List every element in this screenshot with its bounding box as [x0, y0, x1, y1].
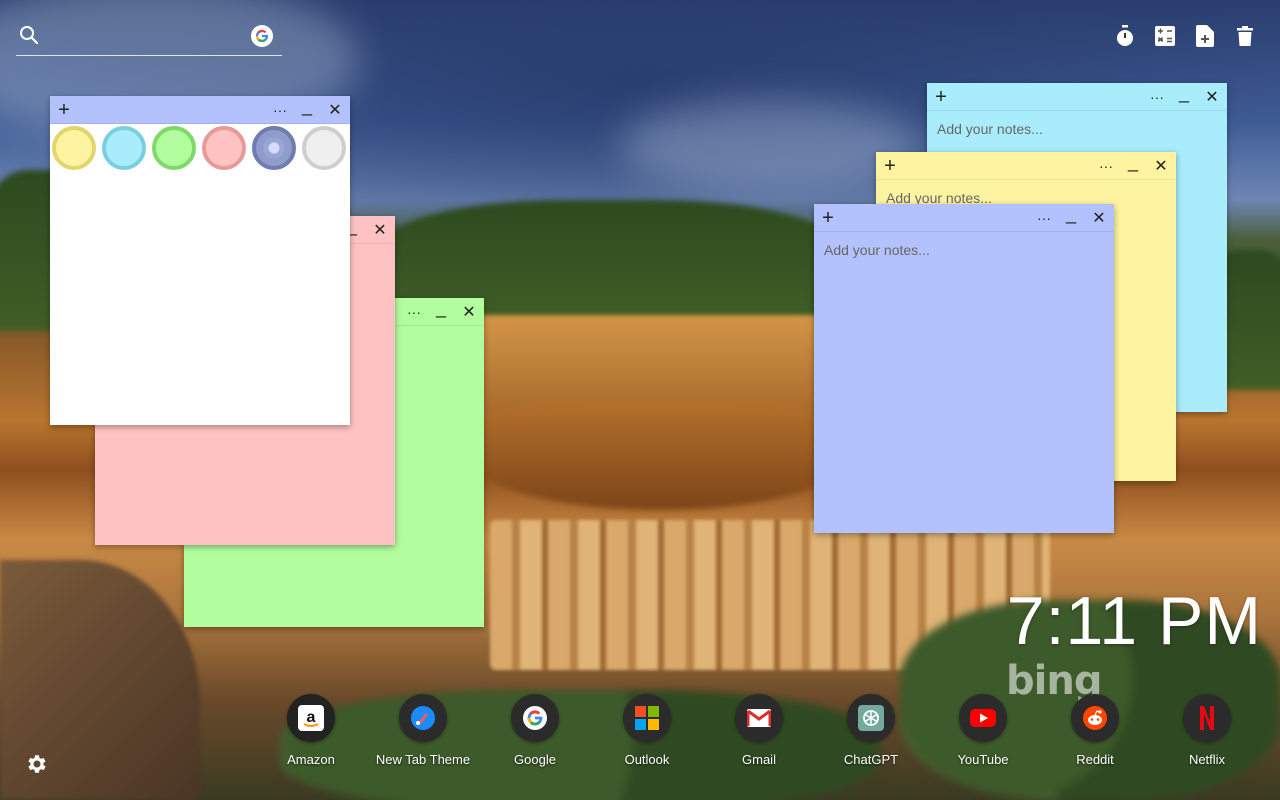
shortcut-label: Reddit: [1076, 752, 1114, 767]
shortcut-label: Netflix: [1188, 752, 1226, 767]
shortcut-label: Google: [514, 752, 556, 767]
youtube-icon: [959, 694, 1007, 742]
shortcut-gmail[interactable]: Gmail: [704, 694, 814, 767]
shortcut-netflix[interactable]: Netflix: [1152, 694, 1262, 767]
search-input[interactable]: [46, 24, 246, 48]
background-ruins: [490, 520, 1050, 670]
more-options-icon[interactable]: ···: [1033, 204, 1055, 232]
shortcut-label: Outlook: [624, 752, 670, 767]
more-options-icon[interactable]: ···: [1146, 83, 1168, 111]
background-cloud: [620, 100, 920, 190]
search-icon[interactable]: [18, 24, 40, 46]
outlook-icon: [623, 694, 671, 742]
shortcut-outlook[interactable]: Outlook: [592, 694, 702, 767]
svg-text:a: a: [307, 709, 316, 726]
color-swatch-green[interactable]: [152, 126, 196, 170]
netflix-icon: [1183, 694, 1231, 742]
shortcut-label: YouTube: [957, 752, 1009, 767]
note-textarea[interactable]: Add your notes...: [814, 232, 1114, 533]
close-icon[interactable]: ✕: [1201, 83, 1223, 111]
google-icon: [511, 694, 559, 742]
color-swatch-yellow[interactable]: [52, 126, 96, 170]
new-note-icon[interactable]: [1194, 24, 1216, 48]
shortcut-label: Amazon: [287, 752, 335, 767]
shortcut-chatgpt[interactable]: ChatGPT: [816, 694, 926, 767]
more-options-icon[interactable]: ···: [269, 96, 291, 124]
search-bar[interactable]: [16, 22, 282, 56]
calculator-icon[interactable]: [1154, 24, 1176, 48]
minimize-icon[interactable]: _: [1122, 148, 1144, 176]
close-icon[interactable]: ✕: [458, 298, 480, 326]
minimize-icon[interactable]: _: [296, 92, 318, 120]
background-overhang: [470, 400, 850, 510]
note-header: + ··· _ ✕: [927, 83, 1227, 111]
shortcut-new-tab-theme[interactable]: New Tab Theme: [368, 694, 478, 767]
sticky-note-white[interactable]: + ··· _ ✕: [50, 96, 350, 425]
reddit-icon: [1071, 694, 1119, 742]
shortcut-label: New Tab Theme: [375, 752, 471, 767]
color-swatch-cyan[interactable]: [102, 126, 146, 170]
gear-icon[interactable]: [24, 752, 48, 776]
sticky-note-lavender[interactable]: + ··· _ ✕ Add your notes...: [814, 204, 1114, 533]
gmail-icon: [735, 694, 783, 742]
add-note-icon[interactable]: +: [930, 83, 952, 111]
color-swatch-gray[interactable]: [302, 126, 346, 170]
add-note-icon[interactable]: +: [879, 152, 901, 180]
color-swatch-pink[interactable]: [202, 126, 246, 170]
close-icon[interactable]: ✕: [369, 216, 391, 244]
shortcut-label: ChatGPT: [843, 752, 899, 767]
new-tab-theme-icon: [399, 694, 447, 742]
shortcut-youtube[interactable]: YouTube: [928, 694, 1038, 767]
color-swatch-lavender[interactable]: [252, 126, 296, 170]
note-header: + ··· _ ✕: [876, 152, 1176, 180]
background-cliff: [470, 315, 830, 415]
chatgpt-icon: [847, 694, 895, 742]
minimize-icon[interactable]: _: [1060, 200, 1082, 228]
minimize-icon[interactable]: _: [1173, 79, 1195, 107]
close-icon[interactable]: ✕: [1088, 204, 1110, 232]
add-note-icon[interactable]: +: [817, 204, 839, 232]
top-toolbar: [1114, 24, 1256, 48]
clock: 7:11 PM: [1006, 583, 1262, 659]
close-icon[interactable]: ✕: [324, 96, 346, 124]
timer-icon[interactable]: [1114, 24, 1136, 48]
amazon-icon: a: [287, 694, 335, 742]
note-header: + ··· _ ✕: [814, 204, 1114, 232]
shortcut-label: Gmail: [742, 752, 776, 767]
close-icon[interactable]: ✕: [1150, 152, 1172, 180]
more-options-icon[interactable]: ···: [1095, 152, 1117, 180]
more-options-icon[interactable]: ···: [403, 298, 425, 326]
color-picker: [50, 122, 350, 174]
shortcut-reddit[interactable]: Reddit: [1040, 694, 1150, 767]
google-icon[interactable]: [251, 25, 273, 47]
add-note-icon[interactable]: +: [53, 96, 75, 124]
note-header: + ··· _ ✕: [50, 96, 350, 124]
minimize-icon[interactable]: _: [430, 294, 452, 322]
trash-icon[interactable]: [1234, 24, 1256, 48]
shortcut-amazon[interactable]: a Amazon: [256, 694, 366, 767]
shortcut-google[interactable]: Google: [480, 694, 590, 767]
